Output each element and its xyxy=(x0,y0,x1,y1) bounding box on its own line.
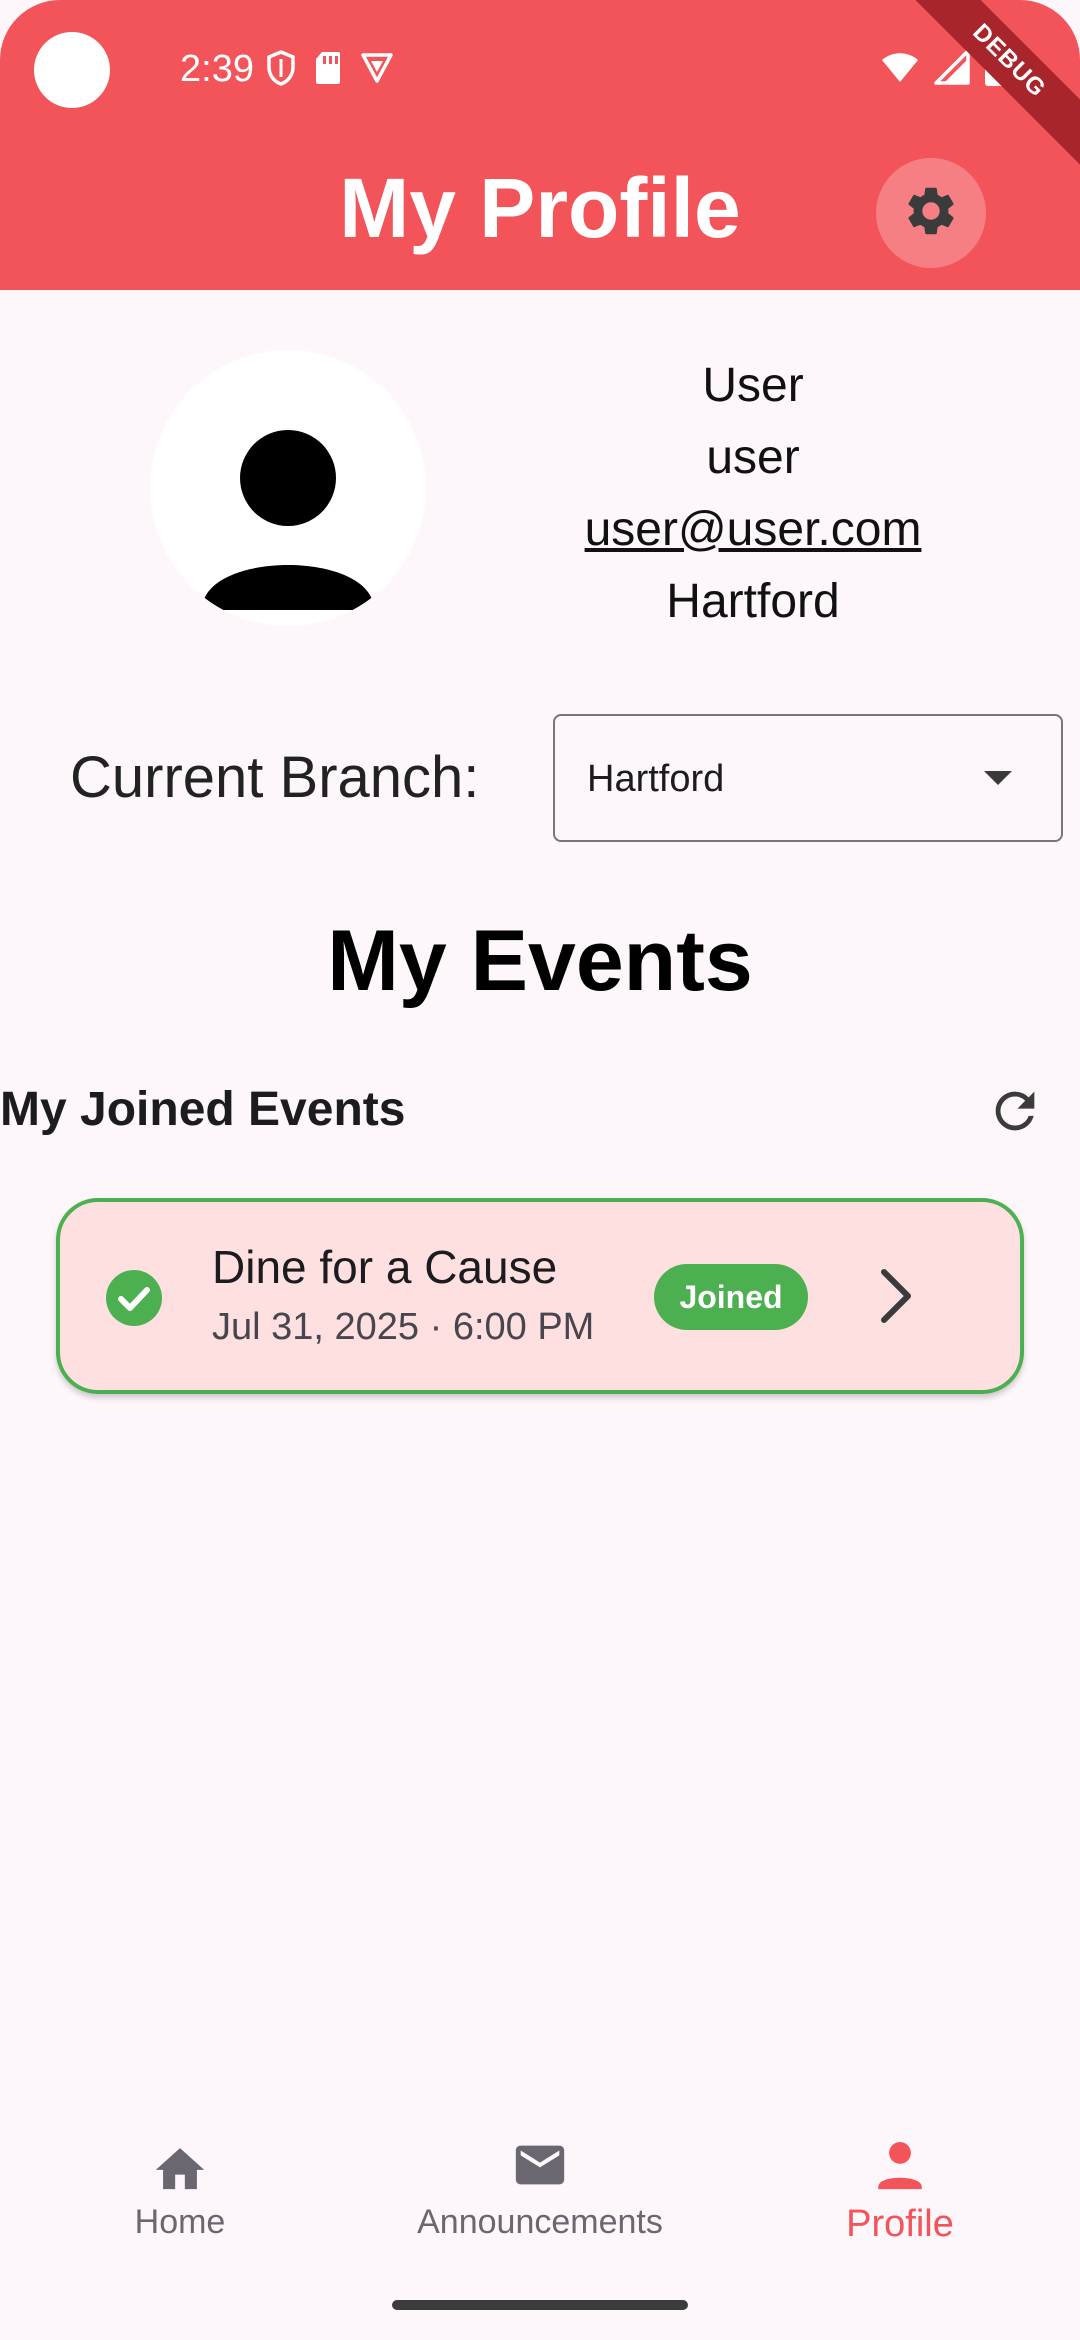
signal-icon xyxy=(934,49,970,90)
person-icon xyxy=(150,430,426,626)
user-email-link[interactable]: user@user.com xyxy=(560,494,946,566)
settings-button[interactable] xyxy=(876,158,986,268)
check-circle-icon xyxy=(106,1270,162,1331)
sd-card-icon xyxy=(314,50,342,91)
vpn-icon xyxy=(360,50,394,91)
nav-label-home: Home xyxy=(134,2203,226,2241)
event-card[interactable]: Dine for a Cause Jul 31, 2025 · 6:00 PM … xyxy=(56,1198,1024,1394)
camera-cutout xyxy=(34,32,110,108)
app-bar: 2:39 DEBUG My Profile xyxy=(0,0,1080,290)
nav-item-profile[interactable]: Profile xyxy=(750,2138,1050,2246)
user-display-name: User xyxy=(702,359,804,412)
refresh-button[interactable] xyxy=(986,1082,1044,1140)
branch-selected-value: Hartford xyxy=(587,758,725,800)
nav-item-announcements[interactable]: Announcements xyxy=(390,2138,690,2242)
refresh-icon xyxy=(986,1091,1044,1144)
user-username: user xyxy=(706,431,800,484)
status-icons-left xyxy=(266,50,394,91)
status-badge: Joined xyxy=(654,1264,808,1330)
nav-label-profile: Profile xyxy=(846,2203,954,2245)
joined-events-heading: My Joined Events xyxy=(0,1083,406,1136)
nav-label-announcements: Announcements xyxy=(417,2203,663,2241)
home-icon xyxy=(151,2148,209,2196)
event-title: Dine for a Cause xyxy=(212,1241,558,1293)
avatar xyxy=(150,350,426,626)
dropdown-arrow-icon xyxy=(983,770,1013,791)
shield-icon xyxy=(266,50,296,91)
events-heading: My Events xyxy=(327,913,753,1009)
nav-item-home[interactable]: Home xyxy=(30,2138,330,2242)
branch-dropdown[interactable]: Hartford xyxy=(553,714,1063,842)
gear-icon xyxy=(902,182,960,245)
home-indicator[interactable] xyxy=(392,2300,688,2310)
status-time: 2:39 xyxy=(180,48,254,90)
person-icon xyxy=(871,2142,929,2196)
user-info: User user user@user.com Hartford xyxy=(560,350,946,638)
wifi-icon xyxy=(880,50,920,89)
mail-icon xyxy=(511,2145,569,2196)
chevron-right-icon xyxy=(876,1266,916,1331)
branch-label: Current Branch: xyxy=(70,745,480,810)
event-datetime: Jul 31, 2025 · 6:00 PM xyxy=(212,1306,595,1348)
user-location: Hartford xyxy=(666,575,840,628)
status-bar: 2:39 xyxy=(0,0,1080,140)
